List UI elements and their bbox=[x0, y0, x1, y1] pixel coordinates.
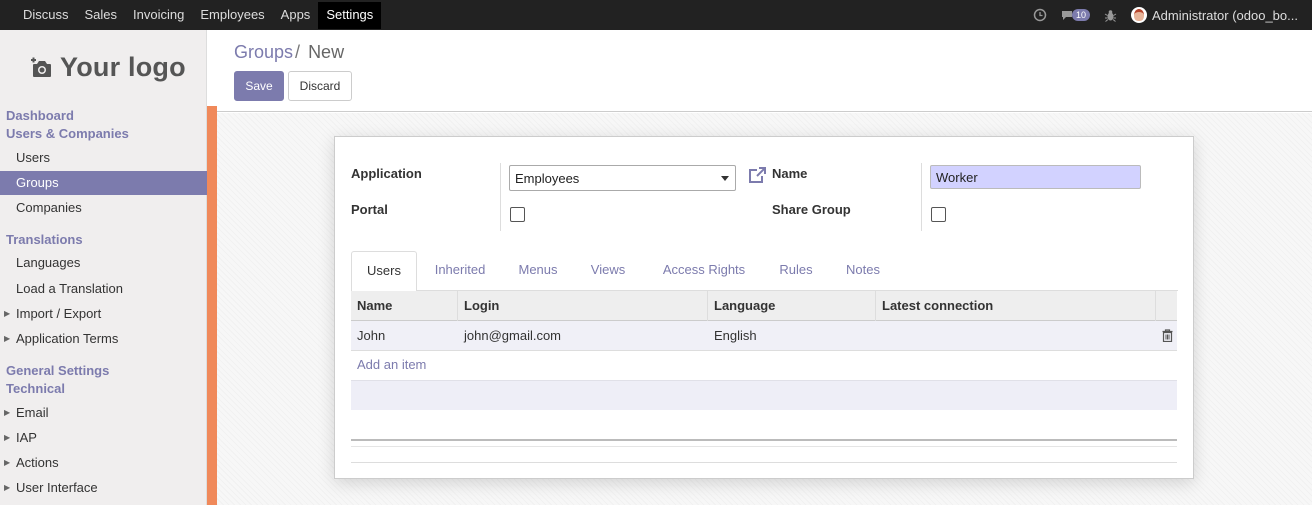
sidebar-item-label: User Interface bbox=[16, 480, 98, 495]
systray: 10 Administrator (odoo_bo... bbox=[1033, 0, 1312, 30]
application-label: Application bbox=[351, 166, 422, 181]
table-footer-divider bbox=[351, 446, 1177, 447]
field-separator bbox=[500, 163, 501, 231]
breadcrumb: Groups / New bbox=[234, 42, 344, 63]
caret-right-icon: ▶ bbox=[4, 309, 11, 318]
sidebar-item-languages[interactable]: Languages bbox=[0, 251, 207, 275]
column-latest-connection[interactable]: Latest connection bbox=[876, 291, 1156, 321]
accent-bar bbox=[207, 106, 217, 505]
control-panel: Groups / New Save Discard bbox=[217, 30, 1312, 112]
messaging-icon[interactable]: 10 bbox=[1061, 9, 1090, 22]
cell-language: English bbox=[714, 328, 757, 343]
field-separator bbox=[921, 163, 922, 231]
sidebar-item-users[interactable]: Users bbox=[0, 146, 207, 170]
caret-right-icon: ▶ bbox=[4, 334, 11, 343]
tab-views[interactable]: Views bbox=[583, 251, 633, 291]
empty-table-row bbox=[351, 380, 1177, 410]
share-group-label: Share Group bbox=[772, 202, 851, 217]
name-label: Name bbox=[772, 166, 808, 181]
sidebar-item-companies[interactable]: Companies bbox=[0, 196, 207, 220]
sidebar-item-import-export[interactable]: ▶ Import / Export bbox=[0, 302, 207, 326]
tab-menus[interactable]: Menus bbox=[509, 251, 567, 291]
company-logo[interactable]: Your logo bbox=[30, 52, 186, 83]
caret-right-icon: ▶ bbox=[4, 433, 11, 442]
caret-right-icon: ▶ bbox=[4, 408, 11, 417]
table-row[interactable]: John john@gmail.com English bbox=[351, 321, 1177, 351]
table-footer-divider bbox=[351, 439, 1177, 441]
application-select-value: Employees bbox=[515, 171, 580, 186]
form-sheet: Application Employees Name Worker Portal… bbox=[334, 136, 1194, 479]
cell-name: John bbox=[357, 328, 386, 343]
camera-add-icon bbox=[31, 57, 51, 77]
top-navbar: Discuss Sales Invoicing Employees Apps S… bbox=[0, 0, 1312, 30]
menu-apps[interactable]: Apps bbox=[273, 0, 319, 28]
breadcrumb-current: New bbox=[308, 42, 345, 62]
sidebar-item-actions[interactable]: ▶ Actions bbox=[0, 451, 207, 475]
save-button[interactable]: Save bbox=[234, 71, 284, 101]
users-table-header: Name Login Language Latest connection bbox=[351, 291, 1177, 321]
sidebar-item-label: Email bbox=[16, 405, 49, 420]
dropdown-caret-icon bbox=[721, 176, 729, 181]
caret-right-icon: ▶ bbox=[4, 483, 11, 492]
cell-latest-connection bbox=[876, 321, 1156, 351]
sidebar-item-user-interface[interactable]: ▶ User Interface bbox=[0, 476, 207, 500]
sidebar-section-technical[interactable]: Technical bbox=[6, 381, 65, 396]
sidebar-item-email[interactable]: ▶ Email bbox=[0, 401, 207, 425]
tab-rules[interactable]: Rules bbox=[771, 251, 821, 291]
discard-button[interactable]: Discard bbox=[288, 71, 352, 101]
tab-users[interactable]: Users bbox=[351, 251, 417, 292]
column-language[interactable]: Language bbox=[708, 291, 876, 321]
sidebar-item-groups[interactable]: Groups bbox=[0, 171, 207, 195]
sidebar-item-load-translation[interactable]: Load a Translation bbox=[0, 277, 207, 301]
logo-text: Your logo bbox=[60, 52, 186, 82]
portal-checkbox[interactable] bbox=[510, 207, 525, 222]
activity-clock-icon[interactable] bbox=[1033, 8, 1047, 22]
tab-notes[interactable]: Notes bbox=[839, 251, 887, 291]
tab-inherited[interactable]: Inherited bbox=[425, 251, 495, 291]
sidebar-section-general-settings[interactable]: General Settings bbox=[6, 363, 109, 378]
sidebar-item-iap[interactable]: ▶ IAP bbox=[0, 426, 207, 450]
menu-employees[interactable]: Employees bbox=[192, 0, 272, 28]
message-count-badge: 10 bbox=[1071, 9, 1090, 21]
notebook-tabs: Users Inherited Menus Views Access Right… bbox=[351, 251, 1178, 292]
menu-sales[interactable]: Sales bbox=[77, 0, 126, 28]
app-menu: Discuss Sales Invoicing Employees Apps S… bbox=[0, 0, 382, 30]
caret-right-icon: ▶ bbox=[4, 458, 11, 467]
add-item-link[interactable]: Add an item bbox=[357, 357, 426, 372]
menu-settings[interactable]: Settings bbox=[318, 2, 382, 29]
debug-bug-icon[interactable] bbox=[1104, 9, 1117, 22]
column-login[interactable]: Login bbox=[458, 291, 708, 321]
column-name[interactable]: Name bbox=[351, 291, 458, 321]
sidebar-item-label: Import / Export bbox=[16, 306, 102, 321]
sidebar-section-users-companies[interactable]: Users & Companies bbox=[6, 126, 129, 141]
external-link-icon[interactable] bbox=[747, 167, 767, 188]
menu-discuss[interactable]: Discuss bbox=[15, 0, 77, 28]
breadcrumb-groups-link[interactable]: Groups bbox=[234, 42, 293, 62]
sidebar-item-label: Application Terms bbox=[16, 331, 119, 346]
name-input[interactable]: Worker bbox=[930, 165, 1141, 189]
sidebar-item-label: Actions bbox=[16, 455, 59, 470]
application-select[interactable]: Employees bbox=[509, 165, 736, 191]
sidebar-item-application-terms[interactable]: ▶ Application Terms bbox=[0, 327, 207, 351]
user-menu[interactable]: Administrator (odoo_bo... bbox=[1152, 8, 1312, 23]
sidebar-section-translations[interactable]: Translations bbox=[6, 232, 83, 247]
menu-invoicing[interactable]: Invoicing bbox=[125, 0, 192, 28]
tab-access-rights[interactable]: Access Rights bbox=[649, 251, 759, 291]
user-avatar[interactable] bbox=[1131, 7, 1147, 23]
portal-label: Portal bbox=[351, 202, 388, 217]
sidebar-section-dashboard[interactable]: Dashboard bbox=[6, 108, 74, 123]
cell-login: john@gmail.com bbox=[464, 328, 562, 343]
settings-sidebar: Your logo Dashboard Users & Companies Us… bbox=[0, 30, 207, 505]
share-group-checkbox[interactable] bbox=[931, 207, 946, 222]
breadcrumb-separator: / bbox=[295, 42, 301, 62]
table-footer-divider bbox=[351, 462, 1177, 463]
sidebar-item-label: IAP bbox=[16, 430, 37, 445]
delete-row-trash-icon[interactable] bbox=[1162, 329, 1173, 345]
